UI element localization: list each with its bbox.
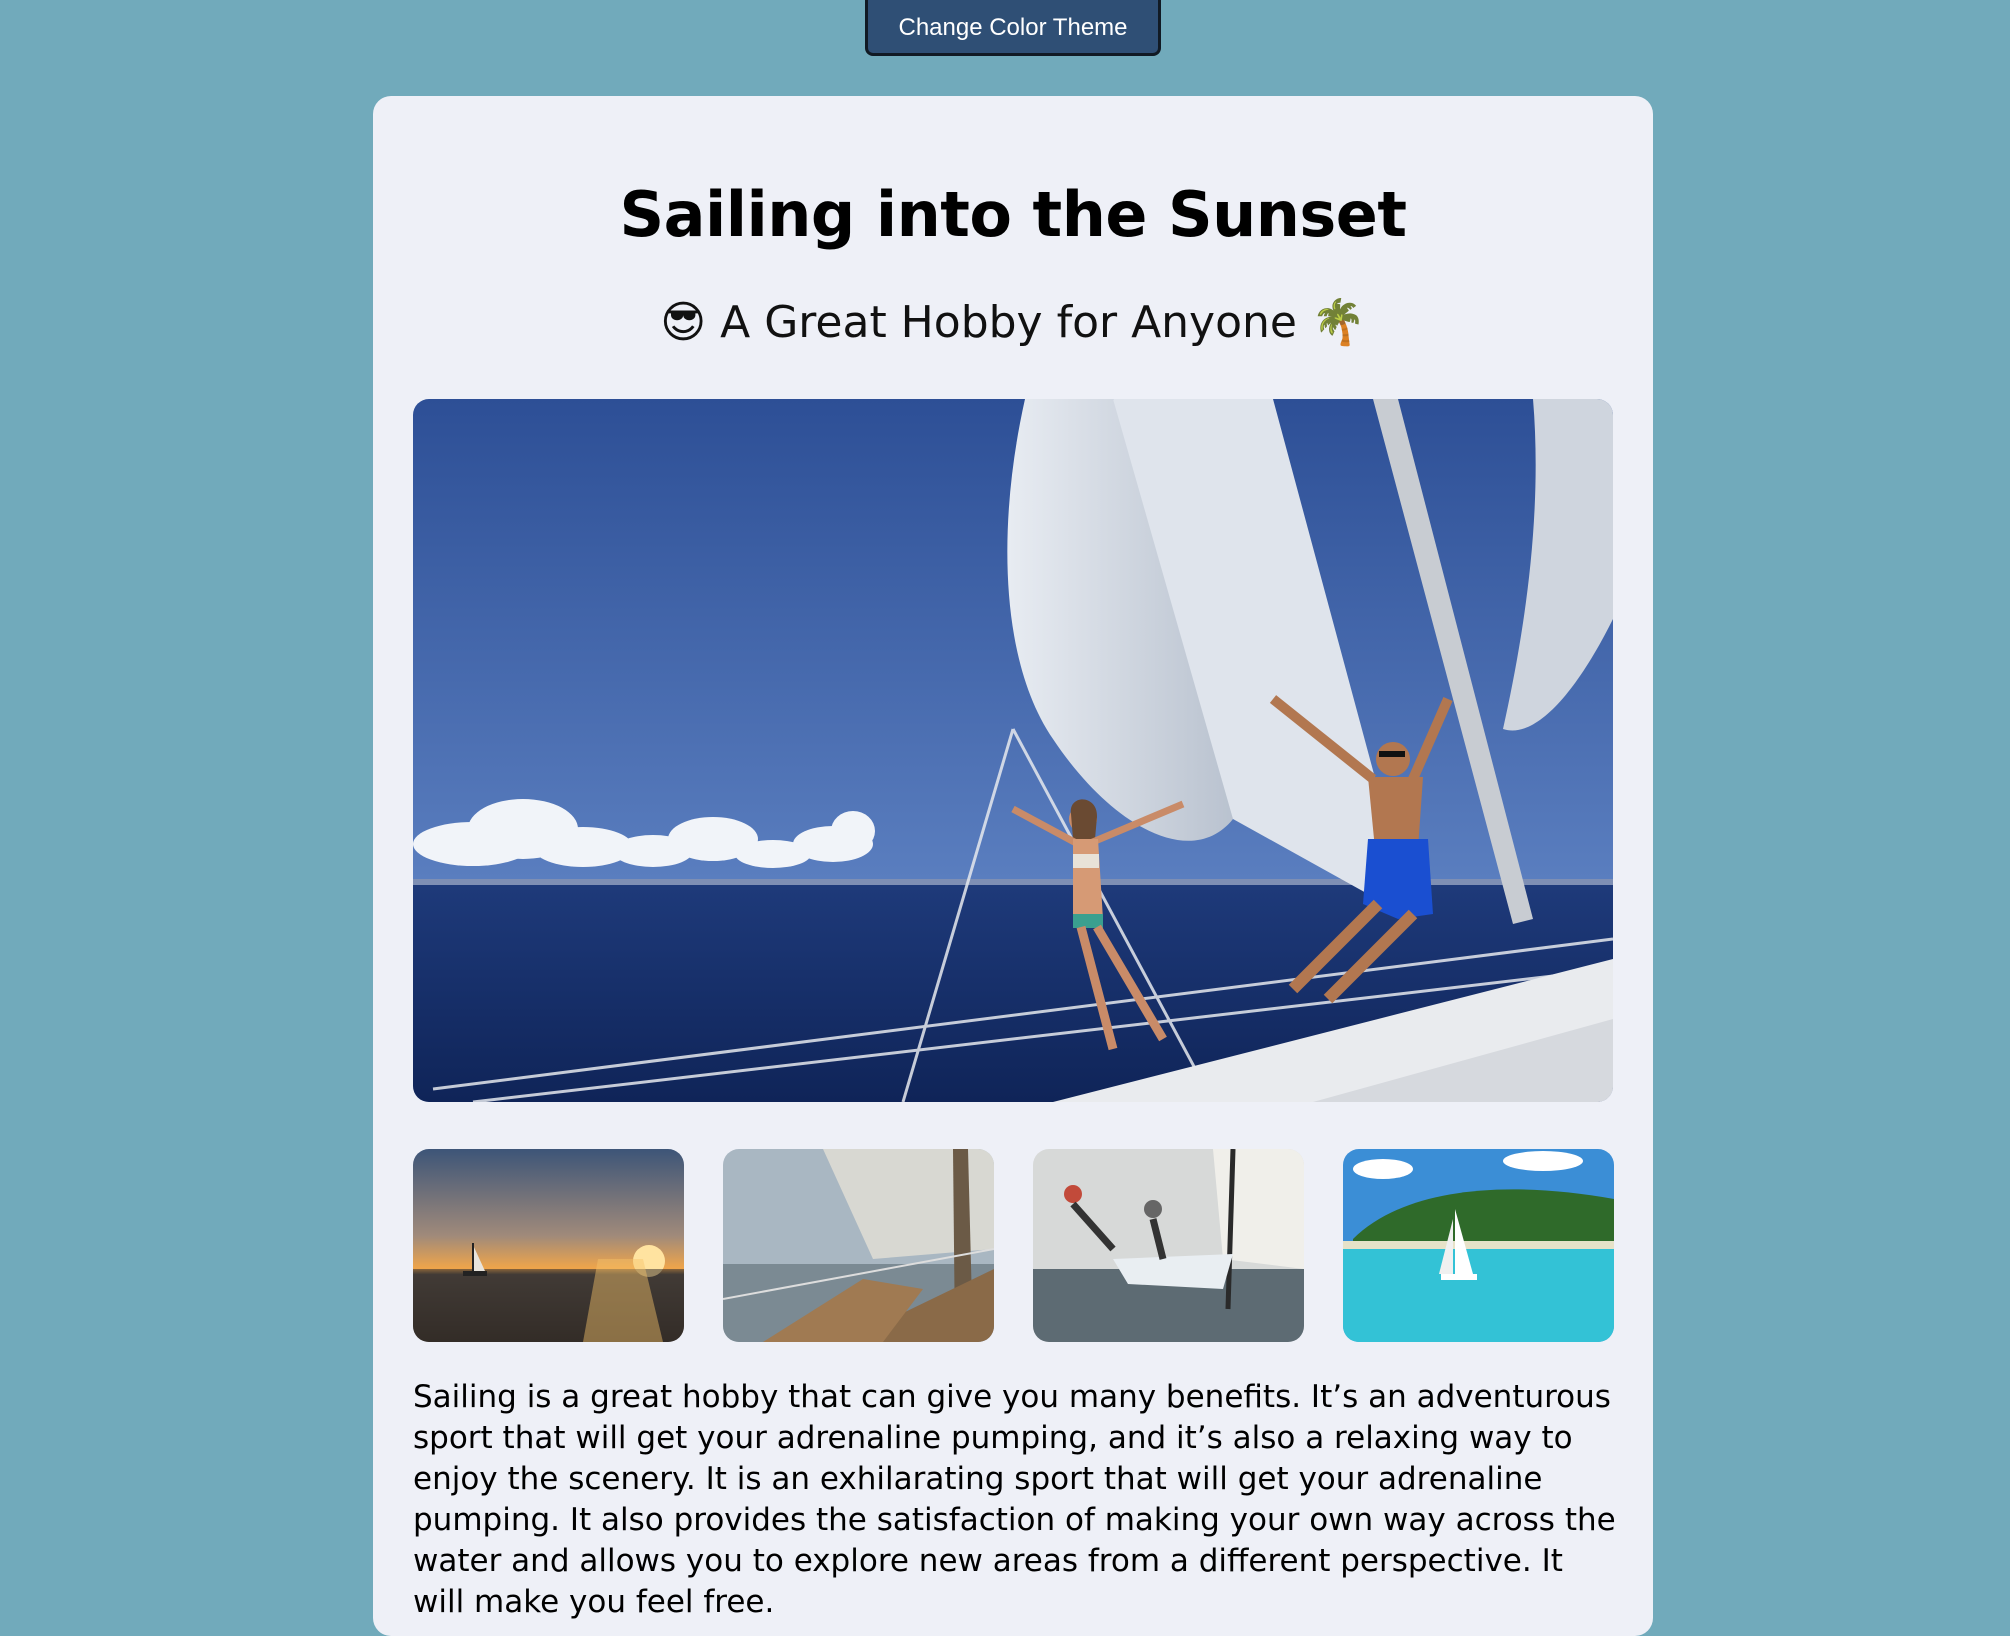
sunglasses-emoji-icon: 😎 (660, 297, 707, 348)
palm-tree-emoji-icon: 🌴 (1310, 297, 1366, 348)
thumbnail-island-lagoon[interactable] (1343, 1149, 1614, 1342)
content-card: Sailing into the Sunset 😎 A Great Hobby … (373, 96, 1653, 1636)
thumbnail-sailboat-deck[interactable] (723, 1149, 994, 1342)
thumbnail-gallery (413, 1149, 1614, 1342)
intro-paragraph: Sailing is a great hobby that can give y… (413, 1379, 1616, 1620)
thumbnail-racing-catamaran[interactable] (1033, 1149, 1304, 1342)
page-subtitle: 😎 A Great Hobby for Anyone 🌴 (373, 296, 1653, 348)
change-color-theme-button[interactable]: Change Color Theme (865, 0, 1161, 56)
subtitle-text: A Great Hobby for Anyone (720, 297, 1297, 348)
page-title: Sailing into the Sunset (619, 178, 1408, 251)
thumbnail-sunset-sailboat[interactable] (413, 1149, 684, 1342)
hero-image-sailboat-couple (413, 399, 1613, 1102)
